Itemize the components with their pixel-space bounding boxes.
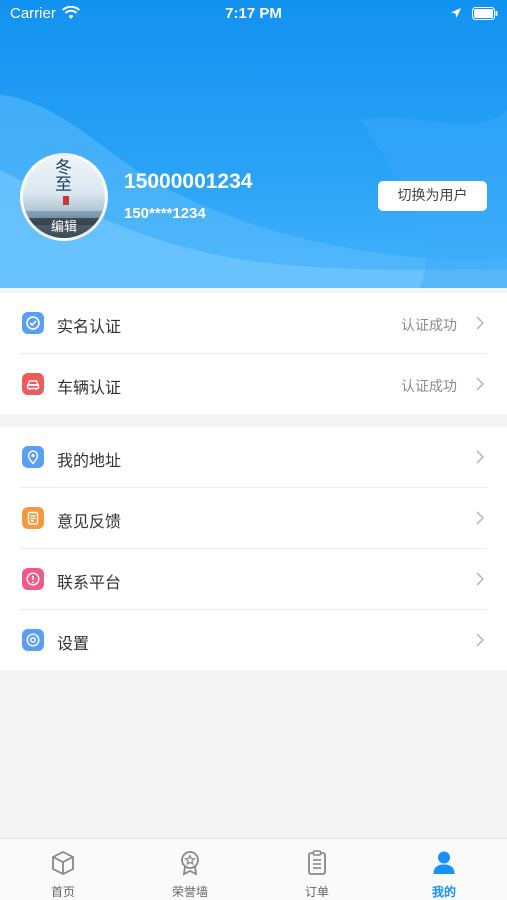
chevron-right-icon — [476, 572, 485, 586]
user-phone: 15000001234 — [124, 170, 253, 193]
tab-label: 订单 — [304, 885, 329, 899]
settings-icon — [22, 629, 44, 651]
menu-item-label: 联系平台 — [57, 573, 122, 592]
settings-group: 我的地址 意见反馈 联系平台 设置 — [0, 427, 507, 670]
menu-item-contact[interactable]: 联系平台 — [0, 549, 507, 610]
profile-icon — [433, 851, 455, 874]
chevron-right-icon — [476, 316, 485, 330]
menu-item-label: 设置 — [57, 634, 90, 653]
tab-label: 荣誉墙 — [171, 885, 208, 899]
chevron-right-icon — [476, 450, 485, 464]
menu-item-status: 认证成功 — [401, 379, 457, 395]
menu-item-address[interactable]: 我的地址 — [0, 427, 507, 488]
tab-mine[interactable]: 我的 — [381, 839, 507, 900]
verification-group: 实名认证 认证成功 车辆认证 认证成功 — [0, 293, 507, 414]
menu-item-label: 车辆认证 — [57, 378, 122, 397]
tab-orders[interactable]: 订单 — [254, 839, 380, 900]
tab-home[interactable]: 首页 — [0, 839, 126, 900]
contact-icon — [22, 568, 44, 590]
switch-role-button[interactable]: 切换为用户 — [378, 181, 487, 211]
avatar-image-text: 冬至 — [51, 158, 71, 192]
verify-icon — [22, 312, 44, 334]
chevron-right-icon — [476, 633, 485, 647]
menu-item-label: 实名认证 — [57, 317, 122, 336]
tab-label: 我的 — [431, 885, 456, 899]
orders-icon — [308, 850, 326, 875]
menu-item-real-name[interactable]: 实名认证 认证成功 — [0, 293, 507, 354]
honor-icon — [181, 851, 199, 876]
menu-item-settings[interactable]: 设置 — [0, 610, 507, 671]
menu-item-label: 意见反馈 — [57, 512, 122, 531]
menu-item-vehicle[interactable]: 车辆认证 认证成功 — [0, 354, 507, 415]
tab-honor-wall[interactable]: 荣誉墙 — [127, 839, 253, 900]
profile-header: Carrier 7:17 PM 冬至 编辑 15000001234 150***… — [0, 0, 507, 288]
status-time: 7:17 PM — [225, 5, 282, 22]
status-bar: Carrier 7:17 PM — [0, 0, 507, 28]
feedback-icon — [22, 507, 44, 529]
user-masked-phone: 150****1234 — [124, 205, 206, 222]
menu-item-label: 我的地址 — [57, 451, 122, 470]
avatar[interactable]: 冬至 编辑 — [20, 153, 108, 241]
avatar-seal — [63, 196, 69, 205]
avatar-edit-label[interactable]: 编辑 — [23, 218, 105, 238]
chevron-right-icon — [476, 377, 485, 391]
header-wave-decoration — [0, 95, 507, 288]
battery-icon — [472, 7, 498, 20]
location-icon — [22, 446, 44, 468]
chevron-right-icon — [476, 511, 485, 525]
menu-item-feedback[interactable]: 意见反馈 — [0, 488, 507, 549]
car-icon — [22, 373, 44, 395]
location-arrow-icon — [451, 8, 461, 18]
bottom-tab-bar: 首页 荣誉墙 订单 我的 — [0, 838, 507, 900]
home-icon — [52, 850, 74, 876]
menu-item-status: 认证成功 — [401, 318, 457, 334]
tab-label: 首页 — [50, 885, 75, 899]
